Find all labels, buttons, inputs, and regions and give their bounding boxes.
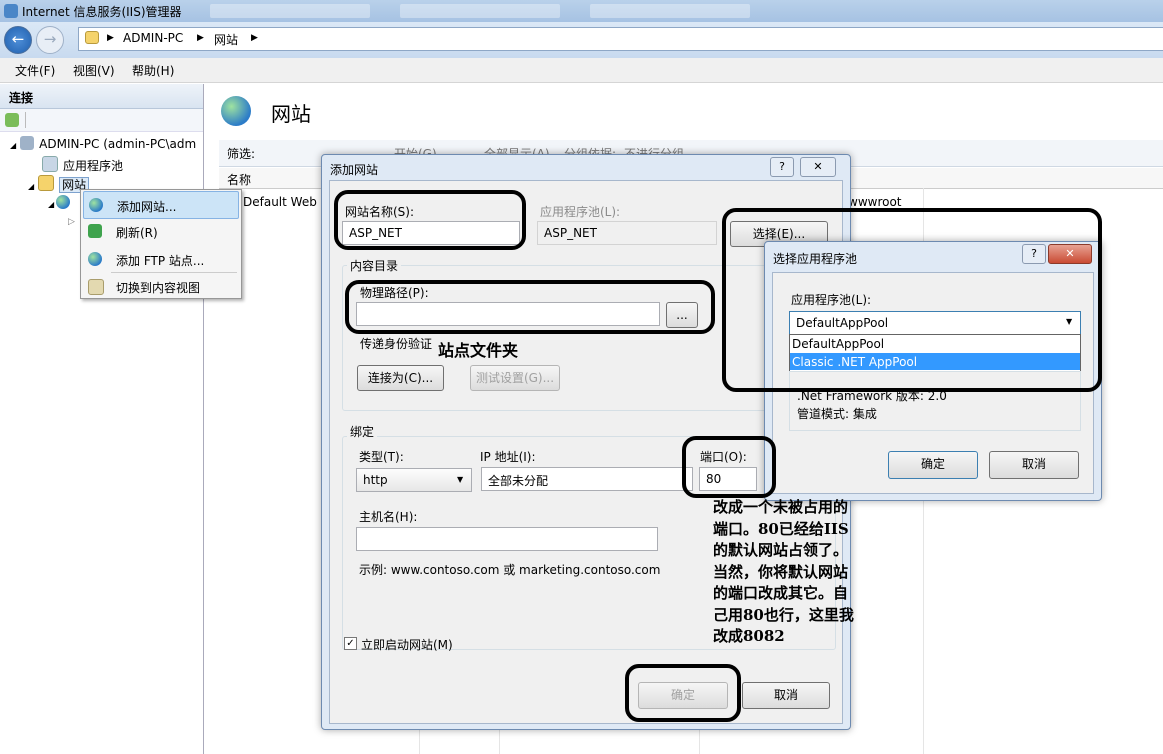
type-label: 类型(T): — [359, 450, 404, 464]
expand-arrow-icon: ◢ — [10, 141, 17, 150]
background-tab-ghost — [400, 4, 560, 18]
annotation-circle-physical-path — [345, 280, 715, 334]
tree-default-site[interactable]: ◢ — [48, 195, 75, 210]
app-pool-icon — [42, 156, 58, 172]
host-name-label: 主机名(H): — [359, 510, 418, 524]
annotation-circle-ok — [625, 664, 741, 722]
breadcrumb-item-sites[interactable]: 网站 — [214, 31, 238, 48]
annotation-port-note: 改成一个未被占用的 端口。80已经给IIS 的默认网站占领了。 当然，你将默认网… — [713, 498, 854, 645]
breadcrumb-separator-icon: ▶ — [251, 33, 258, 43]
arrow-right-icon: → — [43, 30, 57, 48]
menu-item-add-ftp[interactable]: 添加 FTP 站点... — [83, 246, 239, 272]
pass-through-label: 传递身份验证 — [360, 337, 433, 351]
breadcrumb-item-server[interactable]: ADMIN-PC — [123, 31, 183, 45]
ip-address-select[interactable]: 全部未分配 — [481, 467, 693, 491]
menu-item-add-site[interactable]: 添加网站... — [83, 191, 239, 219]
menu-bar: 文件(F) 视图(V) 帮助(H) — [0, 58, 1163, 83]
address-bar[interactable]: ▶ ADMIN-PC ▶ 网站 ▶ — [78, 27, 1163, 51]
close-icon: ✕ — [813, 160, 823, 173]
menu-item-label: 刷新(R) — [116, 226, 158, 240]
forward-button[interactable]: → — [36, 26, 64, 54]
filter-label: 筛选: — [227, 147, 256, 161]
help-icon: ? — [779, 160, 785, 173]
sites-globe-icon — [221, 96, 251, 126]
refresh-icon — [88, 224, 102, 238]
title-bar: Internet 信息服务(IIS)管理器 — [0, 0, 1163, 22]
breadcrumb-separator-icon: ▶ — [107, 33, 114, 43]
menu-item-label: 切换到内容视图 — [116, 281, 201, 295]
pipeline-mode-text: 管道模式: 集成 — [797, 407, 877, 421]
tree-app-pools-label: 应用程序池 — [63, 159, 124, 173]
checkmark-icon: ✓ — [346, 638, 355, 649]
menu-item-refresh[interactable]: 刷新(R) — [83, 218, 239, 244]
tree-server-label: ADMIN-PC (admin-PC\adm — [39, 137, 197, 151]
expand-arrow-icon: ◢ — [28, 182, 35, 191]
menu-view[interactable]: 视图(V) — [73, 62, 115, 79]
server-icon — [20, 136, 35, 150]
page-title: 网站 — [271, 102, 311, 126]
background-tab-ghost — [210, 4, 370, 18]
host-name-input[interactable] — [356, 527, 658, 551]
start-now-label: 立即启动网站(M) — [361, 638, 453, 652]
close-button[interactable]: ✕ — [800, 157, 836, 177]
tree-server[interactable]: ◢ ADMIN-PC (admin-PC\adm — [10, 136, 196, 151]
help-button[interactable]: ? — [770, 157, 794, 177]
context-menu: 添加网站... 刷新(R) 添加 FTP 站点... 切换到内容视图 — [80, 189, 242, 299]
site-row-name[interactable]: Default Web — [243, 195, 317, 209]
annotation-site-folder: 站点文件夹 — [438, 341, 519, 360]
sites-folder-icon — [38, 175, 55, 191]
test-settings-button: 测试设置(G)... — [470, 365, 560, 391]
back-button[interactable]: ← — [4, 26, 32, 54]
collapsed-arrow-icon[interactable]: ▷ — [68, 217, 75, 227]
ip-address-label: IP 地址(I): — [480, 450, 536, 464]
site-row-path[interactable]: wwwroot — [848, 195, 902, 209]
annotation-circle-port — [682, 436, 776, 498]
type-select[interactable]: http ▼ — [356, 468, 472, 492]
iis-icon — [4, 4, 18, 18]
menu-file[interactable]: 文件(F) — [15, 62, 55, 79]
dropdown-arrow-icon: ▼ — [457, 475, 464, 484]
annotation-circle-site-name — [334, 190, 526, 250]
content-view-icon — [88, 279, 104, 295]
tree-app-pools[interactable]: 应用程序池 — [42, 156, 123, 174]
type-value: http — [363, 473, 388, 487]
cancel-button[interactable]: 取消 — [989, 451, 1079, 479]
arrow-left-icon: ← — [11, 30, 25, 48]
expand-arrow-icon: ◢ — [48, 200, 55, 209]
toolbar-divider — [25, 112, 26, 128]
add-ftp-icon — [88, 252, 102, 266]
connections-header: 连接 — [0, 84, 203, 109]
app-pool-value: ASP_NET — [544, 226, 597, 240]
cancel-button[interactable]: 取消 — [742, 682, 830, 709]
column-name[interactable]: 名称 — [227, 171, 251, 188]
content-directory-label: 内容目录 — [347, 257, 402, 274]
window-title: Internet 信息服务(IIS)管理器 — [22, 5, 182, 19]
background-tab-ghost — [590, 4, 750, 18]
navigation-bar: ← → ▶ ADMIN-PC ▶ 网站 ▶ — [0, 22, 1163, 58]
binding-label: 绑定 — [347, 423, 378, 440]
connect-icon[interactable] — [5, 113, 19, 127]
menu-item-label: 添加 FTP 站点... — [116, 254, 205, 268]
connections-title: 连接 — [9, 91, 34, 105]
menu-help[interactable]: 帮助(H) — [132, 62, 174, 79]
connections-toolbar — [0, 109, 203, 132]
globe-icon — [56, 195, 71, 209]
breadcrumb-separator-icon: ▶ — [197, 33, 204, 43]
start-now-checkbox[interactable]: ✓ — [344, 637, 357, 650]
app-pool-input: ASP_NET — [537, 221, 717, 245]
ip-address-value: 全部未分配 — [488, 474, 549, 488]
connect-as-button[interactable]: 连接为(C)... — [357, 365, 444, 391]
dialog-title: 添加网站 — [330, 163, 379, 177]
app-pool-label: 应用程序池(L): — [540, 205, 621, 219]
ok-button[interactable]: 确定 — [888, 451, 978, 479]
host-name-example: 示例: www.contoso.com 或 marketing.contoso.… — [359, 563, 661, 577]
add-site-icon — [89, 198, 103, 212]
menu-item-label: 添加网站... — [117, 200, 177, 214]
connections-pane: 连接 ◢ ADMIN-PC (admin-PC\adm 应用程序池 ◢ 网站 ◢ ▷ — [0, 84, 204, 754]
menu-item-content-view[interactable]: 切换到内容视图 — [83, 273, 239, 299]
annotation-circle-app-pool — [722, 208, 1102, 392]
folder-icon — [85, 31, 99, 44]
